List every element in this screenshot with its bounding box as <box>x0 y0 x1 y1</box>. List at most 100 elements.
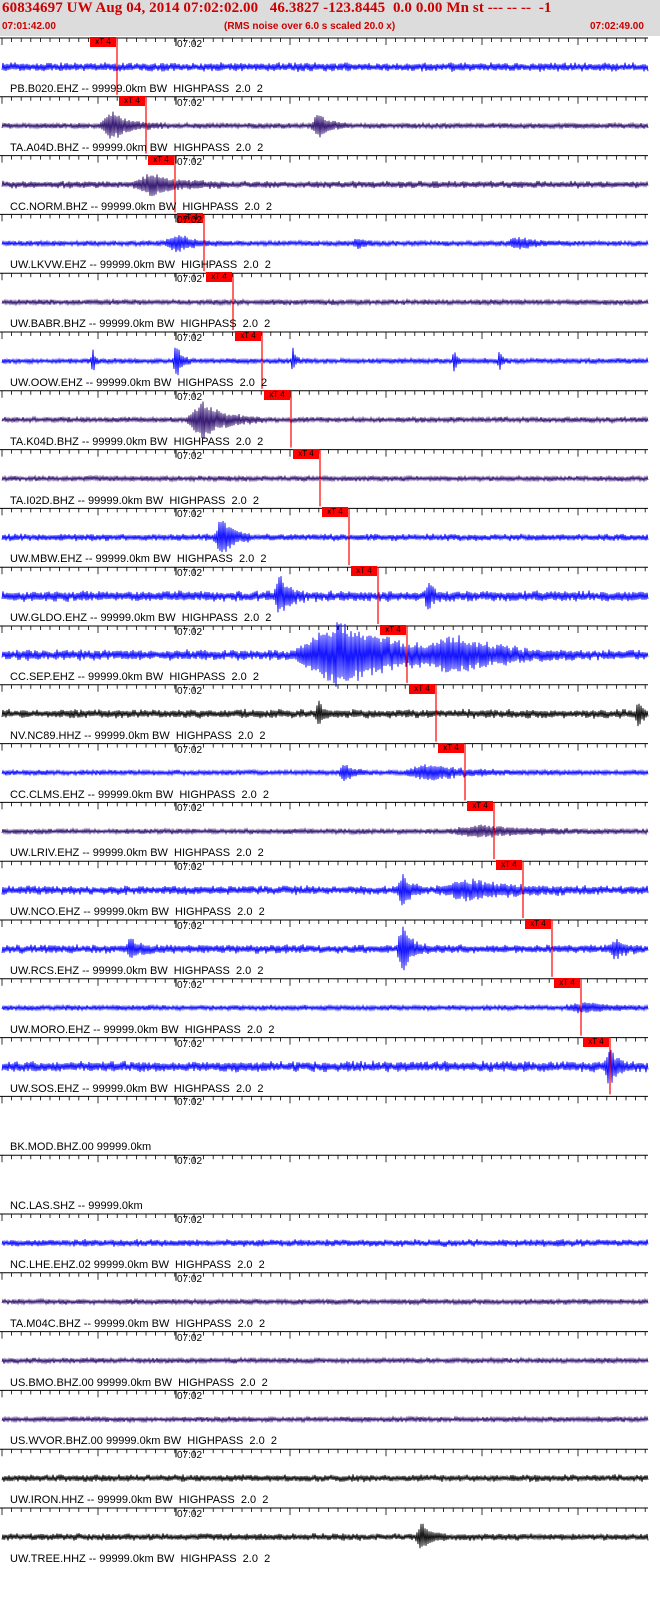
minute-label: 07:02 <box>177 39 203 50</box>
minute-label: 07:02 <box>177 1273 203 1285</box>
station-label: US.WVOR.BHZ.00 99999.0km BW HIGHPASS 2.0… <box>10 1435 277 1448</box>
waveform <box>1 1415 649 1424</box>
minute-label: 07:02 <box>177 1391 203 1403</box>
start-time: 07:01:42.00 <box>2 21 56 32</box>
trace-20 <box>0 1154 648 1164</box>
minute-label: 07:02 <box>177 803 203 815</box>
minute-label: 07:02 <box>177 979 203 991</box>
station-label: US.BMO.BHZ.00 99999.0km BW HIGHPASS 2.0 … <box>10 1376 268 1389</box>
waveform <box>1 347 649 376</box>
pick-flag: xT 4 <box>235 331 261 341</box>
trace-23 <box>0 1331 649 1365</box>
minute-label: 07:02 <box>177 685 203 697</box>
station-label: UW.LKVW.EHZ -- 99999.0km BW HIGHPASS 2.0… <box>10 259 271 272</box>
minute-label: 07:02 <box>177 509 203 521</box>
pick-flag: xT 4 <box>351 566 377 577</box>
minute-label: 07:02 <box>177 921 203 932</box>
rms-note: (RMS noise over 6.0 s scaled 20.0 x) <box>224 21 396 32</box>
waveform <box>1 62 649 72</box>
waveform <box>1 401 649 439</box>
waveform <box>1 1356 649 1365</box>
trace-26 <box>0 1507 649 1549</box>
station-label: BK.MOD.BHZ.00 99999.0km <box>10 1141 152 1154</box>
station-label: CC.SEP.EHZ -- 99999.0km BW HIGHPASS 2.0 … <box>10 671 260 683</box>
pick-flag: xT 4 <box>583 1036 609 1047</box>
waveform <box>1 1238 649 1248</box>
trace-25 <box>0 1448 649 1483</box>
station-label: UW.MORO.EHZ -- 99999.0km BW HIGHPASS 2.0… <box>10 1023 275 1036</box>
pick-flag: xT 4 <box>119 95 145 106</box>
trace-21 <box>0 1213 649 1248</box>
waveform <box>1 764 649 782</box>
pick-flag: xT 4 <box>380 625 406 635</box>
pick-flag: xT 4 <box>525 919 551 929</box>
minute-label: 07:02 <box>177 568 203 580</box>
station-label: PB.B020.EHZ -- 99999.0km BW HIGHPASS 2.0… <box>10 83 263 95</box>
minute-label: 07:02 <box>177 1215 203 1226</box>
waveform <box>1 520 649 553</box>
waveform <box>1 174 649 197</box>
waveform <box>1 874 649 906</box>
pick-flag: xT 4 <box>90 37 116 47</box>
minute-label: 07:02 <box>177 97 203 109</box>
minute-label: 07:02 <box>177 862 203 874</box>
minute-label: 07:02 <box>177 333 203 344</box>
station-label: UW.LRIV.EHZ -- 99999.0km BW HIGHPASS 2.0… <box>10 847 264 860</box>
station-label: UW.GLDO.EHZ -- 99999.0km BW HIGHPASS 2.0… <box>10 612 272 625</box>
pick-flag: xT 4 <box>293 448 319 459</box>
station-label: TA.M04C.BHZ -- 99999.0km BW HIGHPASS 2.0… <box>10 1317 266 1330</box>
minute-label: 07:02 <box>177 391 203 403</box>
station-label: UW.OOW.EHZ -- 99999.0km BW HIGHPASS 2.0 … <box>10 377 268 389</box>
station-label: CC.NORM.BHZ -- 99999.0km BW HIGHPASS 2.0… <box>10 200 273 213</box>
station-label: UW.TREE.HHZ -- 99999.0km BW HIGHPASS 2.0… <box>10 1553 271 1565</box>
minute-label: 07:02 <box>177 156 203 168</box>
station-label: UW.SOS.EHZ -- 99999.0km BW HIGHPASS 2.0 … <box>10 1082 264 1095</box>
minute-label: 07:02 <box>177 1156 203 1168</box>
minute-label: 07:02 <box>177 744 203 756</box>
pick-flag: xT 4 <box>148 154 174 165</box>
pick-flag: xT 4 <box>496 860 522 871</box>
station-label: TA.I02D.BHZ -- 99999.0km BW HIGHPASS 2.0… <box>10 494 260 507</box>
minute-label: 07:02 <box>177 1038 203 1050</box>
waveform <box>1 1297 649 1307</box>
waveform <box>1 297 649 307</box>
header-bar: 60834697 UW Aug 04, 2014 07:02:02.00 46.… <box>0 0 660 36</box>
pick-flag: xT 4 <box>467 801 493 812</box>
waveform <box>1 111 649 139</box>
waveform <box>1 824 649 838</box>
station-label: TA.A04D.BHZ -- 99999.0km BW HIGHPASS 2.0… <box>10 141 264 154</box>
minute-label: 07:02 <box>177 215 203 227</box>
station-label: NC.LAS.SHZ -- 99999.0km <box>10 1200 143 1213</box>
station-label: UW.RCS.EHZ -- 99999.0km BW HIGHPASS 2.0 … <box>10 965 264 977</box>
pick-flag: xT 4 <box>438 742 464 753</box>
waveform <box>1 700 649 727</box>
minute-label: 07:02 <box>177 627 203 638</box>
station-label: UW.IRON.HHZ -- 99999.0km BW HIGHPASS 2.0… <box>10 1494 269 1507</box>
station-label: NC.LHE.EHZ.02 99999.0km BW HIGHPASS 2.0 … <box>10 1259 265 1271</box>
pick-flag: xT 4 <box>264 389 290 400</box>
station-label: TA.K04D.BHZ -- 99999.0km BW HIGHPASS 2.0… <box>10 435 264 448</box>
waveform <box>1 1002 649 1014</box>
pick-flag: xT 4 <box>322 507 348 518</box>
minute-label: 07:02 <box>177 1450 203 1462</box>
minute-label: 07:02 <box>177 450 203 462</box>
minute-label: 07:02 <box>177 274 203 286</box>
waveform <box>1 1474 649 1483</box>
pick-flag: xT 4 <box>409 683 435 694</box>
trace-22 <box>0 1272 649 1307</box>
end-time: 07:02:49.00 <box>590 21 644 32</box>
minute-label: 07:02 <box>177 1332 203 1344</box>
waveform <box>1 235 649 253</box>
station-label: UW.MBW.EHZ -- 99999.0km BW HIGHPASS 2.0 … <box>10 553 267 566</box>
trace-24 <box>0 1389 649 1424</box>
minute-label: 07:02 <box>177 1097 203 1109</box>
waveform <box>1 576 649 613</box>
waveform <box>1 1523 649 1549</box>
station-label: CC.CLMS.EHZ -- 99999.0km BW HIGHPASS 2.0… <box>10 788 269 801</box>
minute-label: 07:02 <box>177 1509 203 1520</box>
waveform <box>1 474 649 483</box>
pick-flag: xT 4 <box>554 977 580 988</box>
waveform <box>1 926 649 971</box>
event-title: 60834697 UW Aug 04, 2014 07:02:02.00 46.… <box>2 0 552 16</box>
station-label: UW.NCO.EHZ -- 99999.0km BW HIGHPASS 2.0 … <box>10 906 265 919</box>
